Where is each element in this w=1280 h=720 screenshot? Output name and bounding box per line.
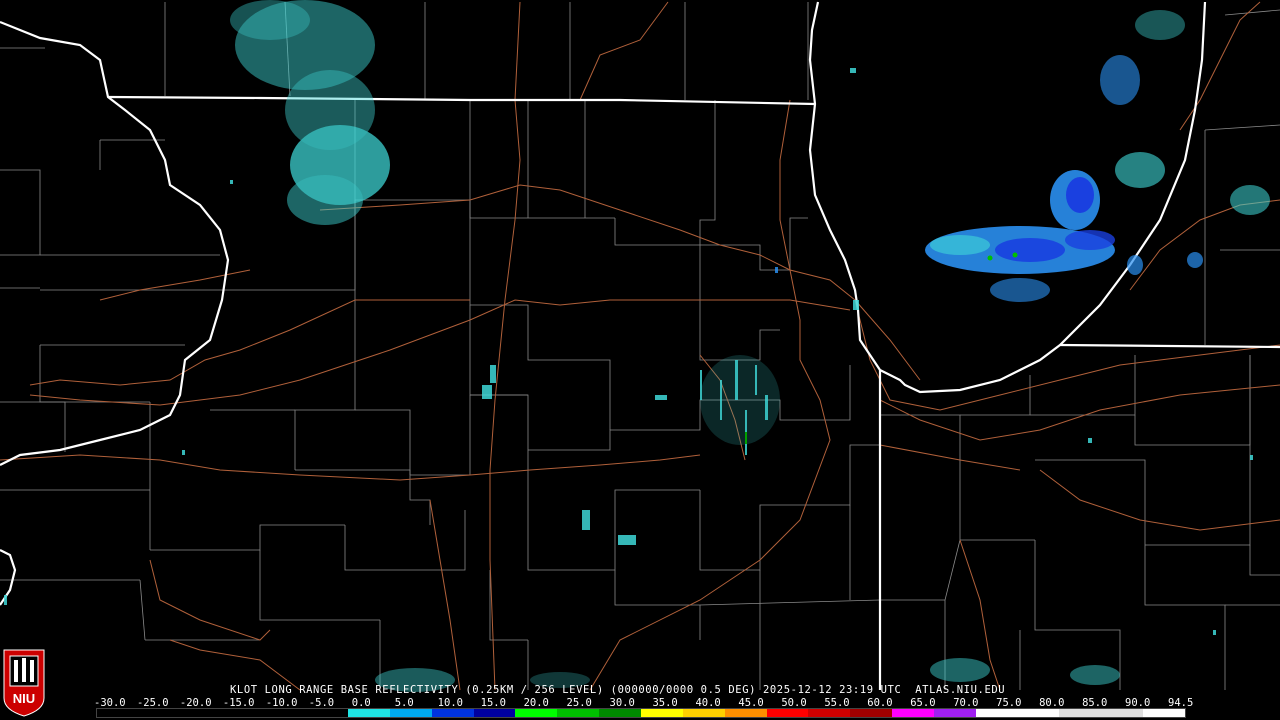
colorbar-swatch bbox=[1101, 709, 1144, 717]
colorbar-swatch bbox=[306, 709, 349, 717]
colorbar-swatch bbox=[892, 709, 934, 717]
colorbar-swatch bbox=[222, 709, 265, 717]
product-caption: KLOT LONG RANGE BASE REFLECTIVITY (0.25K… bbox=[0, 684, 1280, 698]
colorbar-swatch bbox=[975, 709, 1018, 717]
colorbar-swatch bbox=[348, 709, 390, 717]
colorbar-swatch bbox=[808, 709, 851, 717]
colorbar-swatch bbox=[180, 709, 223, 717]
colorbar-swatch bbox=[1017, 709, 1060, 717]
colorbar-swatch bbox=[97, 709, 139, 717]
colorbar-swatch bbox=[766, 709, 809, 717]
colorbar-swatch bbox=[473, 709, 516, 717]
colorbar-swatch bbox=[138, 709, 181, 717]
colorbar-swatch bbox=[1059, 709, 1102, 717]
colorbar-swatch bbox=[389, 709, 432, 717]
radar-map: NIU bbox=[0, 0, 1280, 720]
colorbar-swatch bbox=[431, 709, 474, 717]
colorbar-swatch bbox=[599, 709, 641, 717]
colorbar-swatch bbox=[850, 709, 893, 717]
colorbar-swatch bbox=[640, 709, 683, 717]
colorbar-swatch bbox=[933, 709, 976, 717]
colorbar-swatch bbox=[515, 709, 558, 717]
colorbar bbox=[96, 708, 1186, 718]
colorbar-swatch bbox=[724, 709, 767, 717]
colorbar-swatch bbox=[557, 709, 600, 717]
colorbar-swatch bbox=[682, 709, 725, 717]
colorbar-swatch bbox=[1143, 709, 1185, 717]
colorbar-swatch bbox=[264, 709, 307, 717]
colorbar-labels: -30.0 -25.0 -20.0 -15.0 -10.0 -5.0 0.0 5.0 10.0 1… bbox=[0, 697, 1280, 709]
product-caption-text: KLOT LONG RANGE BASE REFLECTIVITY (0.25K… bbox=[230, 684, 1006, 696]
